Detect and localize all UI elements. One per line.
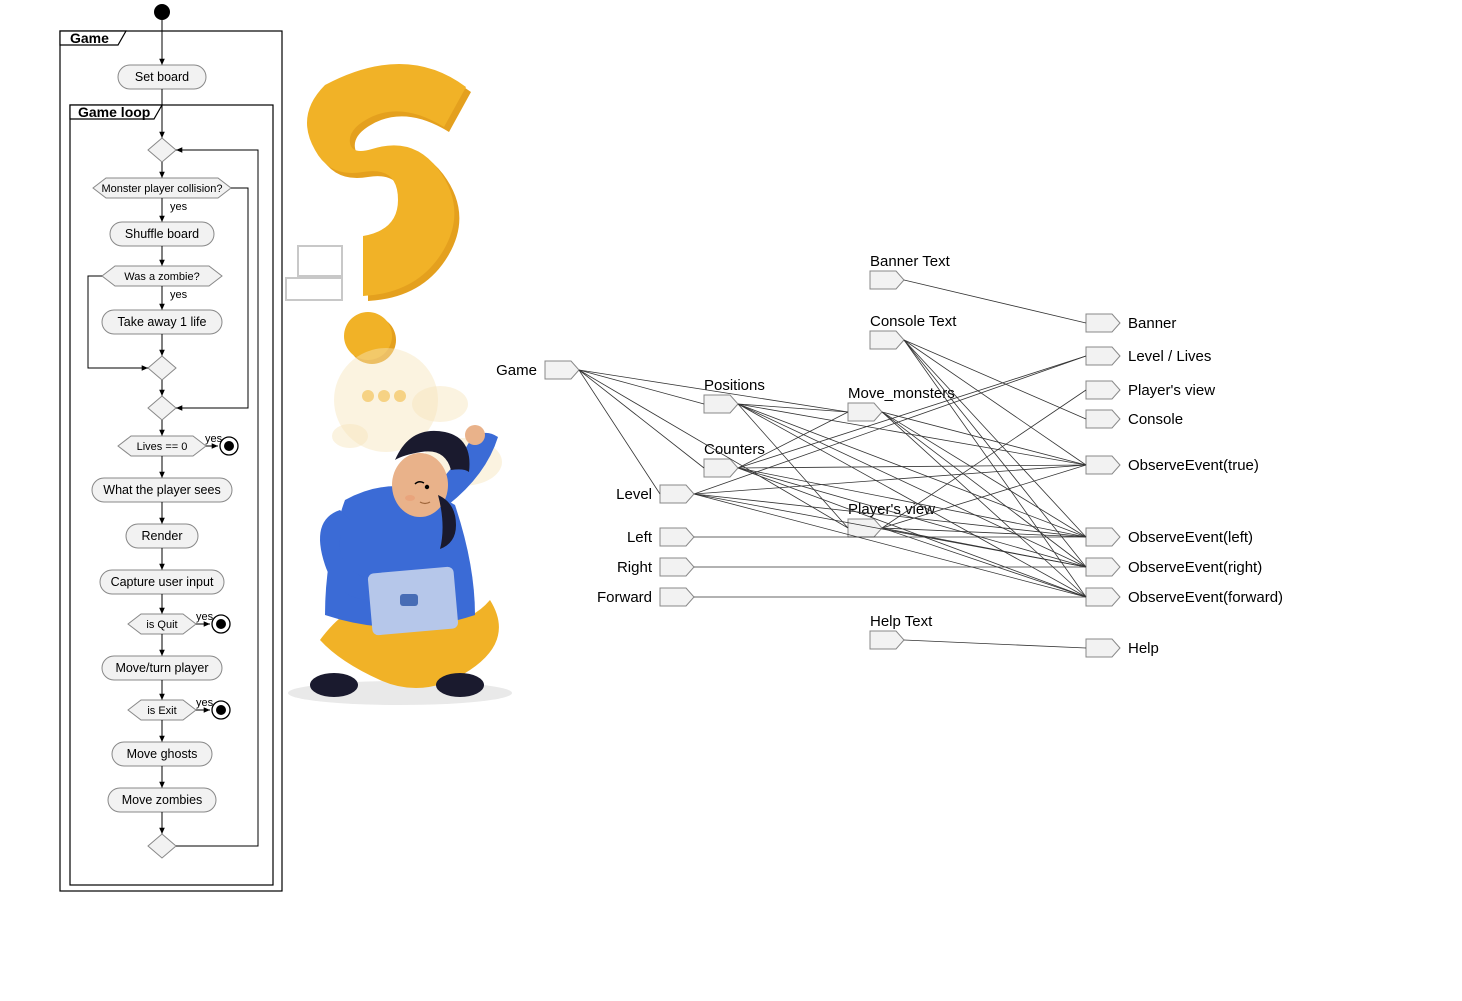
merge-3	[148, 396, 176, 420]
dep-label-banner: Banner	[1128, 315, 1176, 332]
svg-text:Render: Render	[142, 529, 183, 543]
dep-edge	[904, 340, 1086, 419]
dep-edge	[904, 340, 1086, 597]
svg-text:yes: yes	[196, 697, 214, 709]
svg-text:Take away 1 life: Take away 1 life	[118, 315, 207, 329]
svg-text:Set board: Set board	[135, 70, 189, 84]
dep-label-console: Console	[1128, 411, 1183, 428]
dep-label-help: Help	[1128, 640, 1159, 657]
svg-text:Lives == 0: Lives == 0	[137, 441, 188, 453]
dep-node-move_monsters	[848, 403, 882, 421]
dep-label-obs_left: ObserveEvent(left)	[1128, 529, 1253, 546]
dep-node-obs_left	[1086, 528, 1120, 546]
dep-edge	[738, 468, 1086, 597]
dep-label-banner_text: Banner Text	[870, 253, 951, 270]
dep-label-left: Left	[627, 529, 653, 546]
dep-label-obs_right: ObserveEvent(right)	[1128, 559, 1262, 576]
dep-edge	[738, 468, 1086, 567]
initial-node	[154, 4, 170, 20]
dep-node-console	[1086, 410, 1120, 428]
dep-node-players_view_r	[1086, 381, 1120, 399]
dep-node-counters	[704, 459, 738, 477]
dep-node-help_text	[870, 631, 904, 649]
dep-label-game: Game	[496, 362, 537, 379]
dep-node-positions	[704, 395, 738, 413]
dep-label-level_lives: Level / Lives	[1128, 348, 1211, 365]
dep-label-move_monsters: Move_monsters	[848, 385, 955, 402]
svg-text:Was a zombie?: Was a zombie?	[124, 271, 199, 283]
dep-edge	[882, 412, 1086, 567]
svg-text:is Quit: is Quit	[146, 619, 177, 631]
dep-edge	[904, 340, 1086, 465]
dep-label-help_text: Help Text	[870, 613, 933, 630]
dep-edge	[738, 404, 1086, 567]
svg-text:yes: yes	[170, 201, 188, 213]
svg-text:Monster player collision?: Monster player collision?	[101, 183, 222, 195]
svg-text:yes: yes	[170, 289, 188, 301]
merge-top	[148, 138, 176, 162]
svg-text:Capture user input: Capture user input	[111, 575, 214, 589]
dep-node-banner_text	[870, 271, 904, 289]
merge-2	[148, 356, 176, 380]
dep-node-right	[660, 558, 694, 576]
dep-edge	[882, 412, 1086, 465]
dep-edge	[579, 370, 704, 468]
dep-edge	[882, 390, 1086, 528]
svg-text:yes: yes	[196, 611, 214, 623]
dependency-graph: Banner Text Console Text Game Positions Coun…	[496, 253, 1283, 657]
dep-node-obs_forward	[1086, 588, 1120, 606]
dep-edge	[738, 465, 1086, 468]
dep-node-help	[1086, 639, 1120, 657]
dep-label-right: Right	[617, 559, 653, 576]
frame-title-game: Game	[70, 30, 109, 46]
dep-node-obs_true	[1086, 456, 1120, 474]
dep-node-level	[660, 485, 694, 503]
dep-node-level_lives	[1086, 347, 1120, 365]
dep-edge	[694, 465, 1086, 494]
dep-node-banner	[1086, 314, 1120, 332]
dep-label-obs_forward: ObserveEvent(forward)	[1128, 589, 1283, 606]
person	[310, 425, 499, 697]
dep-node-left	[660, 528, 694, 546]
svg-text:Move zombies: Move zombies	[122, 793, 203, 807]
composite-diagram: Game Set board Game loop Monster player …	[0, 0, 1462, 1001]
svg-text:Move/turn player: Move/turn player	[115, 661, 208, 675]
dep-edge	[738, 404, 1086, 597]
activity-diagram: Game Set board Game loop Monster player …	[60, 4, 282, 891]
dep-label-players_view_r: Player's view	[1128, 382, 1215, 399]
dep-label-console_text: Console Text	[870, 313, 957, 330]
dep-node-obs_right	[1086, 558, 1120, 576]
dep-label-positions: Positions	[704, 377, 765, 394]
frame-title-loop: Game loop	[78, 104, 150, 120]
question-mark-icon	[307, 64, 471, 364]
svg-text:Shuffle board: Shuffle board	[125, 227, 199, 241]
dep-label-forward: Forward	[597, 589, 652, 606]
dep-node-console_text	[870, 331, 904, 349]
illustration	[286, 64, 512, 705]
merge-loop-back	[148, 834, 176, 858]
dep-edge	[904, 640, 1086, 648]
dep-node-forward	[660, 588, 694, 606]
dep-label-counters: Counters	[704, 441, 765, 458]
dep-edge	[738, 404, 848, 412]
dep-label-level: Level	[616, 486, 652, 503]
svg-text:Move ghosts: Move ghosts	[127, 747, 198, 761]
dep-label-obs_true: ObserveEvent(true)	[1128, 457, 1259, 474]
svg-text:is Exit: is Exit	[147, 705, 176, 717]
svg-text:What the player sees: What the player sees	[103, 483, 220, 497]
dep-node-game	[545, 361, 579, 379]
